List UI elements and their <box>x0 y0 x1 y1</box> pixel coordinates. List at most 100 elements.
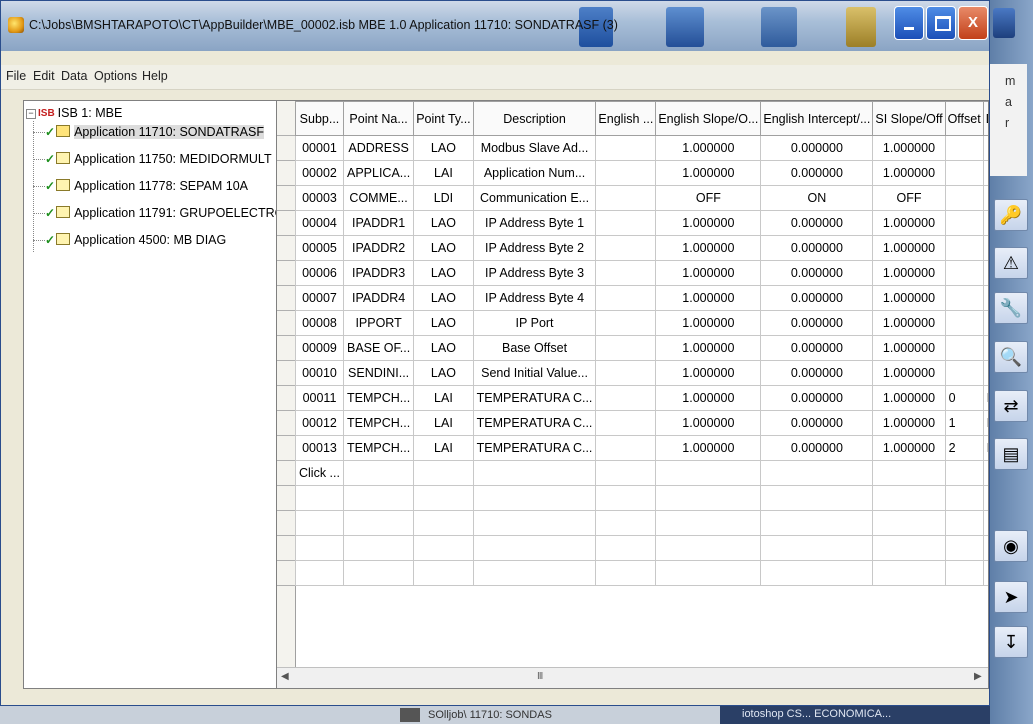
table-cell[interactable]: IP Address Byte 2 <box>472 235 597 261</box>
table-cell[interactable] <box>944 360 984 386</box>
table-cell[interactable] <box>982 285 988 311</box>
table-cell[interactable]: 00009 <box>295 335 344 361</box>
table-cell[interactable]: 0.000000 <box>760 210 874 236</box>
table-cell[interactable]: LAO <box>413 285 474 311</box>
table-cell[interactable]: 0.000000 <box>760 410 874 436</box>
table-cell[interactable]: 1.000000 <box>655 135 762 161</box>
table-cell[interactable]: 1.000000 <box>872 310 946 336</box>
table-cell[interactable]: 0.000000 <box>760 335 874 361</box>
table-cell[interactable]: Application Num... <box>472 160 597 186</box>
table-cell[interactable]: 1.000000 <box>872 210 946 236</box>
table-cell[interactable]: 1.000000 <box>655 360 762 386</box>
column-header[interactable]: English Intercept/... <box>760 101 874 136</box>
column-header[interactable]: Subp... <box>295 101 344 136</box>
table-cell[interactable] <box>982 460 988 486</box>
table-cell[interactable]: 1.000000 <box>872 360 946 386</box>
table-cell[interactable]: LDI <box>413 185 474 211</box>
table-cell[interactable] <box>944 235 984 261</box>
scroll-thumb[interactable]: III <box>537 671 543 682</box>
table-cell[interactable]: 0.000000 <box>760 135 874 161</box>
table-row[interactable]: 00003 COMME... LDI Communication E... OFF ON O… <box>295 185 988 211</box>
table-cell[interactable]: LAI <box>413 435 474 461</box>
column-header[interactable]: Point Na... <box>342 101 415 136</box>
table-cell[interactable]: LAI <box>413 410 474 436</box>
table-cell[interactable] <box>944 285 984 311</box>
table-cell[interactable] <box>472 460 597 486</box>
table-row[interactable]: 00012 TEMPCH... LAI TEMPERATURA C... 1.00000… <box>295 410 988 436</box>
table-cell[interactable]: 00006 <box>295 260 344 286</box>
app-icon[interactable] <box>8 17 24 33</box>
table-row[interactable]: 00010 SENDINI... LAO Send Initial Value... 1… <box>295 360 988 386</box>
maximize-button[interactable] <box>926 6 956 40</box>
column-header[interactable]: SI Slope/Off <box>872 101 946 136</box>
column-header[interactable]: English ... <box>595 101 657 136</box>
add-row[interactable]: Click ... <box>295 460 988 486</box>
table-cell[interactable]: 1.000000 <box>655 210 762 236</box>
table-cell[interactable]: LAI <box>413 385 474 411</box>
table-cell[interactable]: 1.000000 <box>872 335 946 361</box>
table-cell[interactable]: 1.000000 <box>655 385 762 411</box>
table-cell[interactable]: IPADDR1 <box>342 210 415 236</box>
table-cell[interactable]: 00002 <box>295 160 344 186</box>
table-cell[interactable]: 1.000000 <box>872 385 946 411</box>
table-cell[interactable]: TEMPCH... <box>342 385 415 411</box>
table-cell[interactable] <box>342 460 415 486</box>
table-cell[interactable]: 1.000000 <box>872 435 946 461</box>
table-cell[interactable]: BASE OF... <box>342 335 415 361</box>
table-cell[interactable]: 1.000000 <box>655 410 762 436</box>
alarm-icon[interactable]: ⚠ <box>994 247 1028 279</box>
table-cell[interactable] <box>595 185 657 211</box>
table-cell[interactable]: 1.000000 <box>655 235 762 261</box>
table-row[interactable]: 00001 ADDRESS LAO Modbus Slave Ad... 1.00000… <box>295 135 988 161</box>
table-cell[interactable]: HS <box>982 410 988 436</box>
table-row[interactable]: 00006 IPADDR3 LAO IP Address Byte 3 1.000000… <box>295 260 988 286</box>
table-cell[interactable]: LAO <box>413 260 474 286</box>
table-cell[interactable]: ADDRESS <box>342 135 415 161</box>
wrench-icon[interactable]: 🔧 <box>994 292 1028 324</box>
application-tree[interactable]: − ISB ISB 1: MBE ✓ Application 11710: SONDA… <box>23 100 285 689</box>
menu-help[interactable]: Help <box>142 69 168 83</box>
table-cell[interactable]: 2 <box>944 435 984 461</box>
table-cell[interactable] <box>595 385 657 411</box>
table-cell[interactable]: TEMPCH... <box>342 435 415 461</box>
horizontal-scrollbar[interactable]: ◀ III ▶ <box>277 667 988 688</box>
table-cell[interactable]: LAO <box>413 135 474 161</box>
color-wheel-icon[interactable]: ◉ <box>994 530 1028 562</box>
table-cell[interactable] <box>595 235 657 261</box>
table-cell[interactable]: 00004 <box>295 210 344 236</box>
close-button[interactable]: X <box>958 6 988 40</box>
table-cell[interactable]: 0.000000 <box>760 435 874 461</box>
table-cell[interactable]: IPPORT <box>342 310 415 336</box>
scroll-left-icon[interactable]: ◀ <box>281 671 289 682</box>
table-cell[interactable]: LAI <box>413 160 474 186</box>
table-cell[interactable]: 0.000000 <box>760 360 874 386</box>
table-cell[interactable]: 1.000000 <box>872 135 946 161</box>
transfer-icon[interactable]: ↧ <box>994 626 1028 658</box>
table-cell[interactable]: IP Address Byte 3 <box>472 260 597 286</box>
table-cell[interactable]: 00003 <box>295 185 344 211</box>
table-cell[interactable]: OFF <box>655 185 762 211</box>
table-row[interactable]: 00007 IPADDR4 LAO IP Address Byte 4 1.000000… <box>295 285 988 311</box>
table-cell[interactable]: IPADDR3 <box>342 260 415 286</box>
table-cell[interactable] <box>982 360 988 386</box>
table-row[interactable]: 00011 TEMPCH... LAI TEMPERATURA C... 1.00000… <box>295 385 988 411</box>
table-cell[interactable] <box>595 285 657 311</box>
table-cell[interactable]: 0.000000 <box>760 160 874 186</box>
table-cell[interactable] <box>982 210 988 236</box>
tree-item-4500[interactable]: ✓ Application 4500: MB DIAG <box>33 233 226 251</box>
tree-item-11710[interactable]: ✓ Application 11710: SONDATRASF <box>33 125 264 143</box>
add-row-prompt[interactable]: Click ... <box>295 460 344 486</box>
table-cell[interactable] <box>760 460 874 486</box>
arrow-tool-icon[interactable]: ➤ <box>994 581 1028 613</box>
table-cell[interactable] <box>982 135 988 161</box>
table-cell[interactable]: 00011 <box>295 385 344 411</box>
search-tool-icon[interactable]: 🔍 <box>994 341 1028 373</box>
table-cell[interactable]: IP Port <box>472 310 597 336</box>
table-cell[interactable] <box>944 160 984 186</box>
table-cell[interactable] <box>595 160 657 186</box>
table-row[interactable]: 00009 BASE OF... LAO Base Offset 1.000000 0.0… <box>295 335 988 361</box>
tree-root[interactable]: − ISB ISB 1: MBE <box>26 106 122 120</box>
table-cell[interactable]: TEMPERATURA C... <box>472 410 597 436</box>
table-cell[interactable]: TEMPERATURA C... <box>472 385 597 411</box>
minimize-button[interactable] <box>894 6 924 40</box>
